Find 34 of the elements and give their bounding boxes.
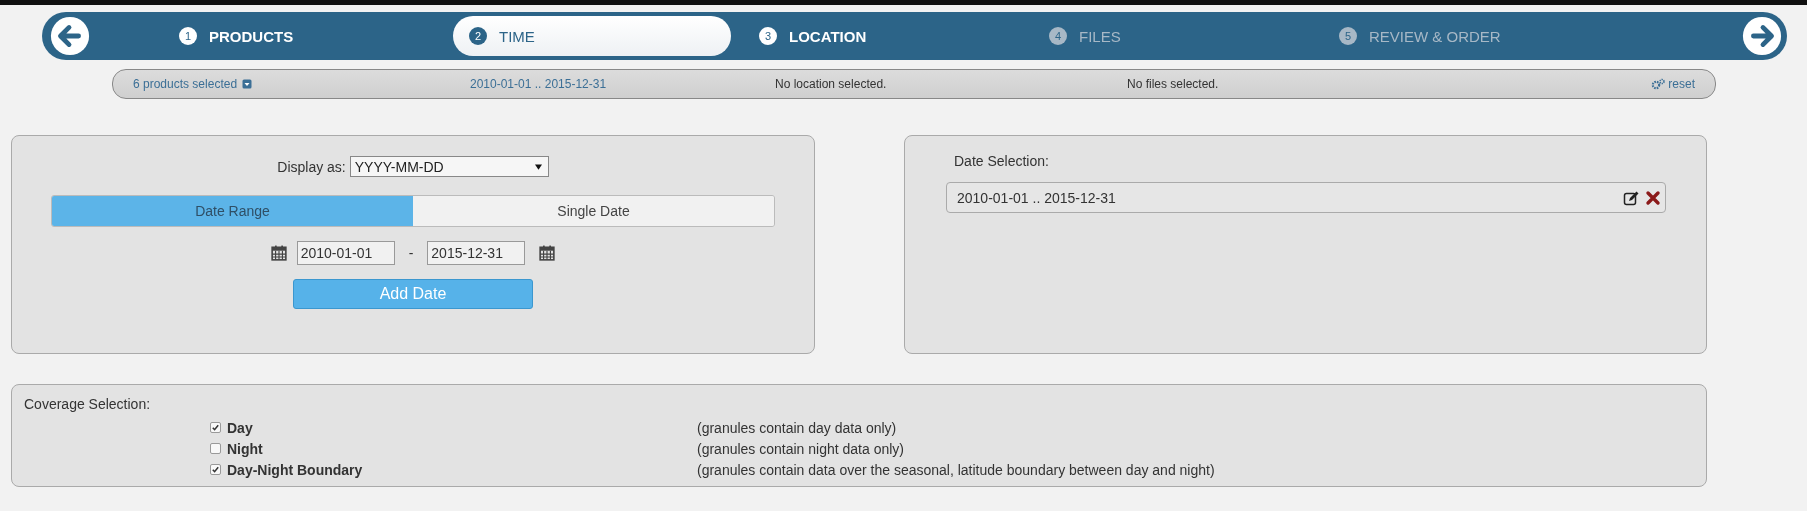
date-separator: - bbox=[408, 245, 414, 261]
mode-tab[interactable]: Single Date bbox=[413, 196, 774, 226]
calendar-icon[interactable] bbox=[270, 245, 287, 261]
coverage-selection-label: Coverage Selection: bbox=[24, 396, 151, 412]
checkbox[interactable] bbox=[210, 443, 221, 454]
date-range-text: 2010-01-01 .. 2015-12-31 bbox=[957, 189, 1116, 206]
wizard-step[interactable]: 2 TIME bbox=[453, 16, 731, 56]
location-summary: No location selected. bbox=[775, 77, 888, 91]
coverage-option-description: (granules contain night data only) bbox=[697, 440, 905, 457]
coverage-option-description: (granules contain day data only) bbox=[697, 419, 897, 436]
time-summary-link[interactable]: 2010-01-01 .. 2015-12-31 bbox=[470, 77, 775, 91]
files-summary: No files selected. bbox=[1127, 77, 1220, 91]
checkbox[interactable] bbox=[210, 422, 221, 433]
wizard-step[interactable]: 1 PRODUCTS bbox=[163, 16, 441, 56]
calendar-icon[interactable] bbox=[539, 245, 556, 261]
start-date-field[interactable]: 2010-01-01 bbox=[296, 241, 395, 265]
coverage-option-description: (granules contain data over the seasonal, latitude boundary between day and night) bbox=[697, 461, 1215, 478]
products-summary-link[interactable]: 6 products selected bbox=[133, 77, 238, 91]
edit-icon[interactable] bbox=[1623, 189, 1639, 206]
wizard-step[interactable]: 3 LOCATION bbox=[743, 16, 1021, 56]
mode-tab[interactable]: Date Range bbox=[52, 196, 413, 226]
coverage-option-label[interactable]: Day-Night Boundary bbox=[227, 461, 697, 478]
delete-icon[interactable] bbox=[1645, 189, 1661, 206]
gears-icon bbox=[1651, 78, 1666, 90]
coverage-option-label[interactable]: Day bbox=[227, 419, 697, 436]
coverage-option-label[interactable]: Night bbox=[227, 440, 697, 457]
dropdown-icon[interactable] bbox=[242, 79, 253, 89]
checkbox[interactable] bbox=[210, 464, 221, 475]
display-as-label: Display as: bbox=[277, 158, 346, 175]
reset-link[interactable]: reset bbox=[1651, 77, 1695, 91]
end-date-field[interactable]: 2015-12-31 bbox=[427, 241, 526, 265]
caret-icon bbox=[534, 163, 542, 170]
format-select[interactable]: YYYY-MM-DD bbox=[349, 156, 549, 177]
date-selection-label: Date Selection: bbox=[954, 153, 1049, 169]
